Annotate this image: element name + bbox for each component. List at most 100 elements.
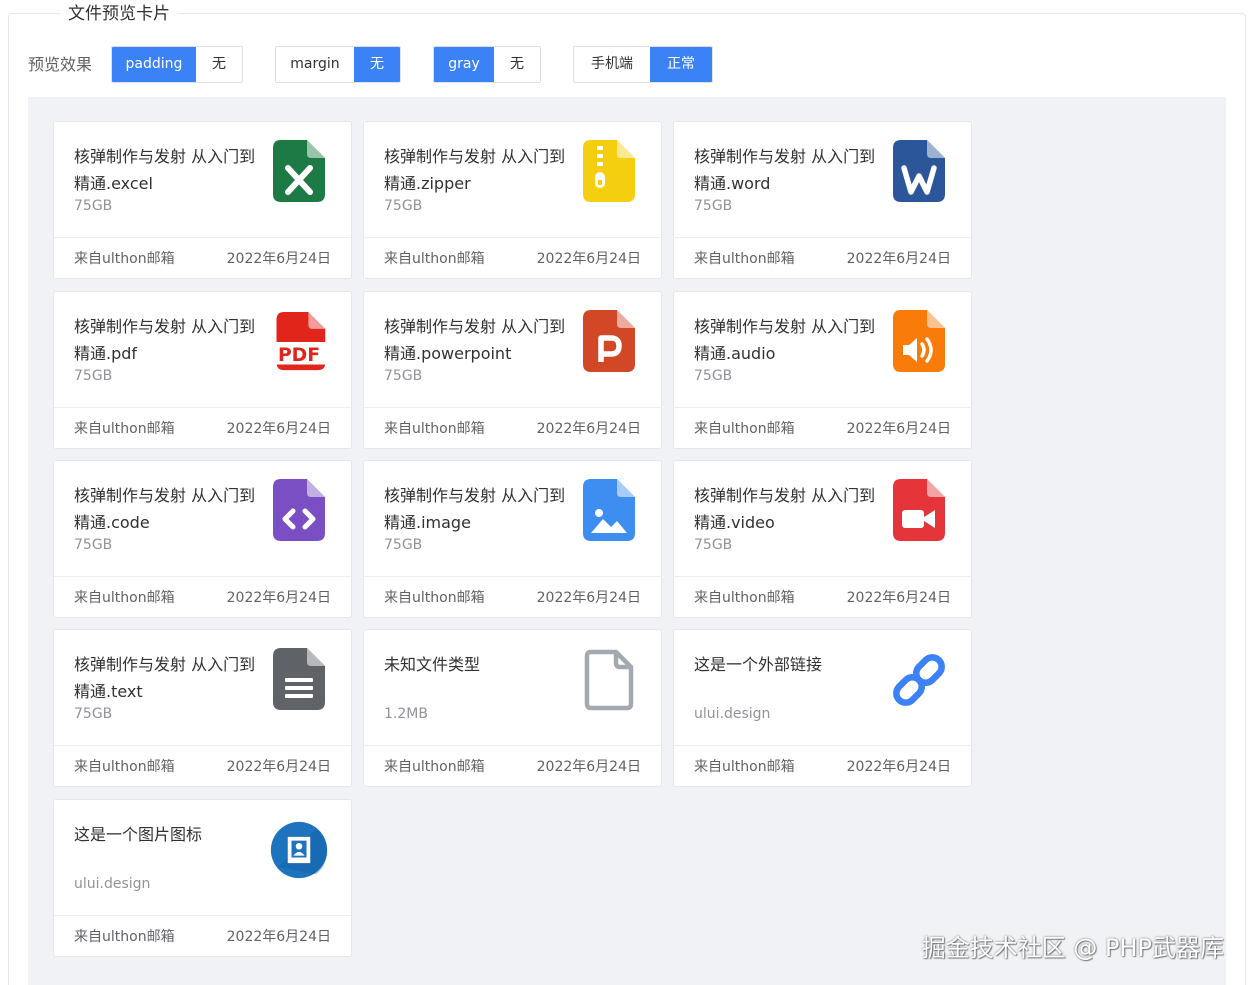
file-card[interactable]: 核弹制作与发射 从入门到精通.code 75GB 来自ulthon邮箱 2022年6月… bbox=[53, 460, 352, 618]
file-source: 来自ulthon邮箱 bbox=[384, 251, 485, 267]
image-icon bbox=[579, 479, 639, 543]
card-body: 核弹制作与发射 从入门到精通.image 75GB bbox=[364, 461, 661, 577]
file-date: 2022年6月24日 bbox=[846, 590, 951, 606]
card-footer: 来自ulthon邮箱 2022年6月24日 bbox=[364, 408, 661, 448]
file-source: 来自ulthon邮箱 bbox=[384, 421, 485, 437]
card-body: 核弹制作与发射 从入门到精通.zipper 75GB bbox=[364, 122, 661, 238]
file-size: 75GB bbox=[384, 368, 423, 384]
margin-on-button[interactable]: margin bbox=[276, 47, 354, 82]
padding-on-button[interactable]: padding bbox=[112, 47, 196, 82]
card-body: 核弹制作与发射 从入门到精通.audio 75GB bbox=[674, 292, 971, 408]
card-body: 核弹制作与发射 从入门到精通.text 75GB bbox=[54, 630, 351, 746]
card-body: 核弹制作与发射 从入门到精通.word 75GB bbox=[674, 122, 971, 238]
card-footer: 来自ulthon邮箱 2022年6月24日 bbox=[674, 408, 971, 448]
file-card[interactable]: 这是一个图片图标 ului.design 来自ulthon邮箱 2022年6月24日 bbox=[53, 799, 352, 957]
card-body: 这是一个外部链接 ului.design bbox=[674, 630, 971, 746]
excel-icon bbox=[269, 140, 329, 204]
file-name: 核弹制作与发射 从入门到精通.zipper bbox=[384, 147, 566, 193]
card-footer: 来自ulthon邮箱 2022年6月24日 bbox=[674, 238, 971, 278]
file-size: 75GB bbox=[694, 368, 733, 384]
file-date: 2022年6月24日 bbox=[226, 251, 331, 267]
file-date: 2022年6月24日 bbox=[846, 421, 951, 437]
file-card[interactable]: 核弹制作与发射 从入门到精通.text 75GB 来自ulthon邮箱 2022年6月… bbox=[53, 629, 352, 787]
file-size: 75GB bbox=[74, 537, 113, 553]
card-body: 核弹制作与发射 从入门到精通.powerpoint 75GB bbox=[364, 292, 661, 408]
card-footer: 来自ulthon邮箱 2022年6月24日 bbox=[674, 746, 971, 786]
code-icon bbox=[269, 479, 329, 543]
file-name: 这是一个图片图标 bbox=[74, 825, 203, 844]
file-name: 核弹制作与发射 从入门到精通.video bbox=[694, 486, 876, 532]
watermark: 掘金技术社区 @ PHP武器库 bbox=[921, 934, 1224, 962]
card-footer: 来自ulthon邮箱 2022年6月24日 bbox=[364, 577, 661, 617]
card-footer: 来自ulthon邮箱 2022年6月24日 bbox=[54, 916, 351, 956]
file-name: 核弹制作与发射 从入门到精通.powerpoint bbox=[384, 317, 566, 363]
card-body: 核弹制作与发射 从入门到精通.video 75GB bbox=[674, 461, 971, 577]
card-footer: 来自ulthon邮箱 2022年6月24日 bbox=[364, 746, 661, 786]
file-date: 2022年6月24日 bbox=[846, 251, 951, 267]
powerpoint-icon bbox=[579, 310, 639, 374]
file-card[interactable]: 核弹制作与发射 从入门到精通.powerpoint 75GB 来自ulthon邮箱 2… bbox=[363, 291, 662, 449]
file-name: 核弹制作与发射 从入门到精通.pdf bbox=[74, 317, 256, 363]
file-name: 核弹制作与发射 从入门到精通.audio bbox=[694, 317, 876, 363]
card-footer: 来自ulthon邮箱 2022年6月24日 bbox=[54, 746, 351, 786]
file-card[interactable]: 核弹制作与发射 从入门到精通.excel 75GB 来自ulthon邮箱 2022年6… bbox=[53, 121, 352, 279]
preview-area: 核弹制作与发射 从入门到精通.excel 75GB 来自ulthon邮箱 2022年6… bbox=[28, 97, 1226, 985]
file-card[interactable]: 核弹制作与发射 从入门到精通.audio 75GB 来自ulthon邮箱 2022年6… bbox=[673, 291, 972, 449]
margin-off-button[interactable]: 无 bbox=[354, 47, 400, 82]
file-source: 来自ulthon邮箱 bbox=[74, 251, 175, 267]
file-name: 核弹制作与发射 从入门到精通.word bbox=[694, 147, 876, 193]
gray-on-button[interactable]: gray bbox=[434, 47, 494, 82]
file-source: 来自ulthon邮箱 bbox=[694, 590, 795, 606]
file-size: 75GB bbox=[694, 537, 733, 553]
normal-button[interactable]: 正常 bbox=[650, 47, 712, 82]
file-date: 2022年6月24日 bbox=[226, 759, 331, 775]
file-card[interactable]: 核弹制作与发射 从入门到精通.pdf 75GB PDF 来自ulthon邮箱 2022年… bbox=[53, 291, 352, 449]
file-size: 75GB bbox=[74, 368, 113, 384]
file-card[interactable]: 核弹制作与发射 从入门到精通.video 75GB 来自ulthon邮箱 2022年6… bbox=[673, 460, 972, 618]
file-card[interactable]: 核弹制作与发射 从入门到精通.image 75GB 来自ulthon邮箱 2022年6… bbox=[363, 460, 662, 618]
file-card[interactable]: 这是一个外部链接 ului.design 来自ulthon邮箱 2022年6月24日 bbox=[673, 629, 972, 787]
file-date: 2022年6月24日 bbox=[536, 590, 641, 606]
mobile-button[interactable]: 手机端 bbox=[574, 47, 650, 82]
text-icon bbox=[269, 648, 329, 712]
file-date: 2022年6月24日 bbox=[226, 421, 331, 437]
file-card[interactable]: 核弹制作与发射 从入门到精通.word 75GB 来自ulthon邮箱 2022年6月… bbox=[673, 121, 972, 279]
video-icon bbox=[889, 479, 949, 543]
file-source: 来自ulthon邮箱 bbox=[694, 759, 795, 775]
link-icon bbox=[889, 648, 949, 712]
pdf-icon: PDF bbox=[269, 310, 329, 374]
file-name: 核弹制作与发射 从入门到精通.code bbox=[74, 486, 256, 532]
file-size: 75GB bbox=[694, 198, 733, 214]
file-source: 来自ulthon邮箱 bbox=[384, 759, 485, 775]
file-card[interactable]: 未知文件类型 1.2MB 来自ulthon邮箱 2022年6月24日 bbox=[363, 629, 662, 787]
file-source: 来自ulthon邮箱 bbox=[694, 251, 795, 267]
image-badge-icon bbox=[269, 818, 329, 882]
card-footer: 来自ulthon邮箱 2022年6月24日 bbox=[364, 238, 661, 278]
file-card[interactable]: 核弹制作与发射 从入门到精通.zipper 75GB 来自ulthon邮箱 2022年… bbox=[363, 121, 662, 279]
file-size: ului.design bbox=[74, 876, 151, 892]
file-name: 核弹制作与发射 从入门到精通.image bbox=[384, 486, 566, 532]
file-date: 2022年6月24日 bbox=[536, 759, 641, 775]
gray-toggle: gray 无 bbox=[433, 46, 541, 83]
file-size: ului.design bbox=[694, 706, 771, 722]
file-source: 来自ulthon邮箱 bbox=[74, 421, 175, 437]
file-size: 1.2MB bbox=[384, 706, 428, 722]
device-toggle: 手机端 正常 bbox=[573, 46, 713, 83]
padding-toggle: padding 无 bbox=[111, 46, 243, 83]
file-name: 这是一个外部链接 bbox=[694, 655, 823, 674]
unknown-file-icon bbox=[579, 648, 639, 712]
svg-text:PDF: PDF bbox=[278, 345, 320, 366]
file-date: 2022年6月24日 bbox=[846, 759, 951, 775]
file-size: 75GB bbox=[74, 198, 113, 214]
file-date: 2022年6月24日 bbox=[536, 251, 641, 267]
file-size: 75GB bbox=[384, 537, 423, 553]
card-footer: 来自ulthon邮箱 2022年6月24日 bbox=[54, 577, 351, 617]
file-date: 2022年6月24日 bbox=[226, 590, 331, 606]
file-name: 未知文件类型 bbox=[384, 655, 481, 674]
file-source: 来自ulthon邮箱 bbox=[74, 590, 175, 606]
card-body: 未知文件类型 1.2MB bbox=[364, 630, 661, 746]
gray-off-button[interactable]: 无 bbox=[494, 47, 540, 82]
word-icon bbox=[889, 140, 949, 204]
padding-off-button[interactable]: 无 bbox=[196, 47, 242, 82]
card-body: 这是一个图片图标 ului.design bbox=[54, 800, 351, 916]
